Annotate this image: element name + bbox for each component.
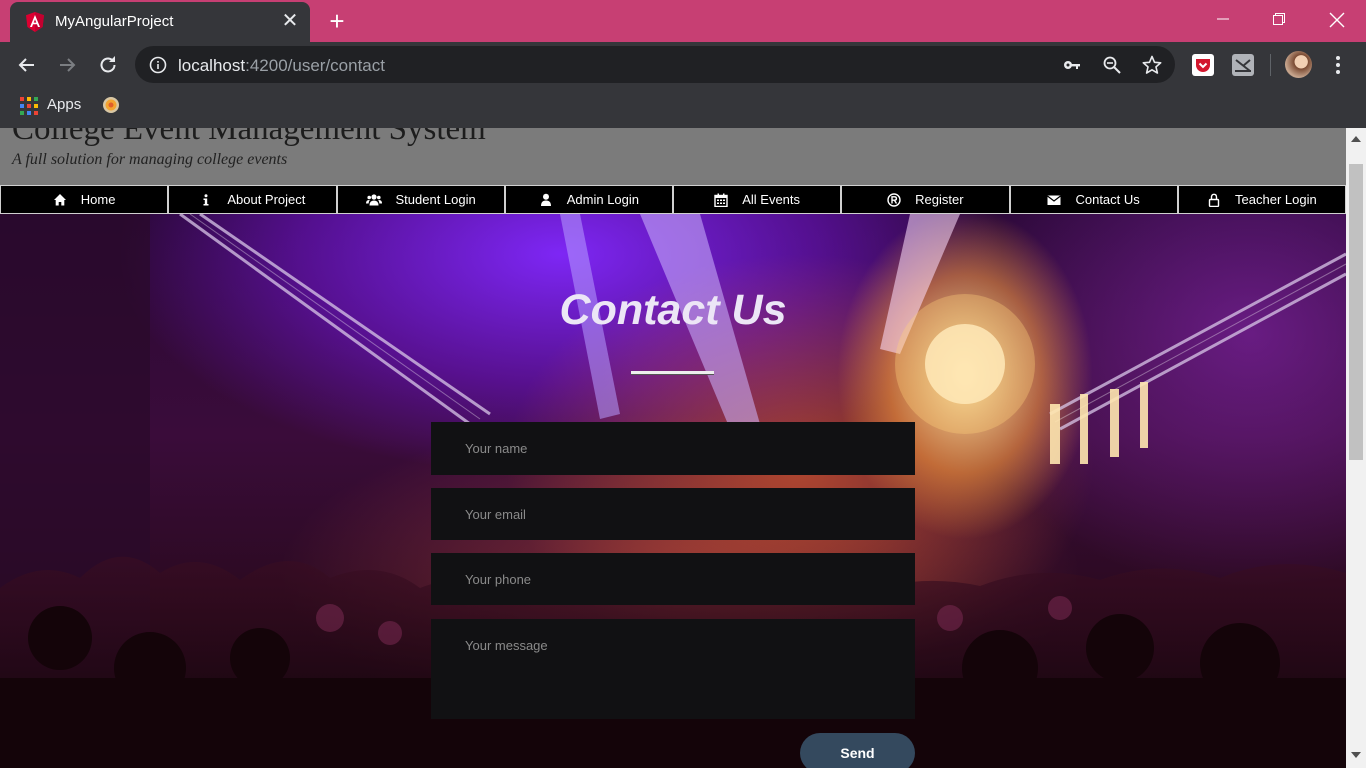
bookmark-favicon-icon[interactable] [102, 96, 120, 114]
url-host: localhost [178, 56, 246, 75]
tab-close-icon[interactable]: ✕ [280, 10, 300, 32]
contact-heading: Contact Us [559, 286, 787, 334]
nav-student-login[interactable]: Student Login [336, 185, 505, 214]
nav-label: About Project [227, 192, 306, 207]
user-icon [540, 193, 551, 206]
address-bar[interactable]: localhost:4200/user/contact [135, 46, 1175, 83]
nav-label: Register [915, 192, 964, 207]
scroll-down-arrow-icon[interactable] [1351, 752, 1361, 758]
browser-tab[interactable]: MyAngularProject ✕ [10, 2, 310, 42]
browser-titlebar: MyAngularProject ✕ + [0, 0, 1366, 42]
send-button[interactable]: Send [800, 733, 915, 768]
site-info-icon[interactable] [149, 56, 167, 74]
nav-register[interactable]: Register [841, 185, 1010, 214]
close-window-icon[interactable] [1319, 4, 1355, 34]
calendar-icon [714, 193, 728, 207]
home-icon [53, 193, 66, 205]
nav-label: Student Login [395, 192, 476, 207]
nav-contact-us[interactable]: Contact Us [1009, 185, 1178, 214]
nav-label: Contact Us [1075, 192, 1140, 207]
envelope-icon [1047, 195, 1062, 205]
nav-teacher-login[interactable]: Teacher Login [1177, 185, 1346, 214]
more-menu-icon[interactable] [1330, 52, 1346, 78]
nav-label: Teacher Login [1235, 192, 1317, 207]
heading-underline [631, 371, 714, 375]
restore-icon[interactable] [1261, 4, 1297, 34]
nav-label: All Events [742, 192, 801, 207]
angular-logo-icon [26, 12, 44, 32]
key-icon[interactable] [1062, 55, 1082, 75]
page-viewport: College Event Management System A full s… [0, 128, 1366, 768]
url-text[interactable]: localhost:4200/user/contact [178, 56, 385, 76]
nav-admin-login[interactable]: Admin Login [504, 185, 673, 214]
phone-input[interactable] [431, 553, 915, 605]
reload-icon[interactable] [95, 52, 121, 78]
pocket-extension-icon[interactable] [1192, 54, 1214, 76]
zoom-out-icon[interactable] [1102, 55, 1122, 75]
new-tab-button[interactable]: + [326, 8, 348, 34]
profile-avatar[interactable] [1285, 51, 1312, 78]
apps-grid-icon[interactable] [20, 97, 38, 115]
minimize-icon[interactable] [1205, 4, 1241, 34]
nav-about-project[interactable]: About Project [168, 185, 337, 214]
tab-title: MyAngularProject [55, 13, 174, 30]
site-title: College Event Management System [12, 128, 486, 147]
apps-bookmark[interactable]: Apps [47, 96, 81, 113]
browser-toolbar: localhost:4200/user/contact [0, 42, 1366, 88]
bookmarks-bar: Apps [0, 88, 1366, 128]
bookmark-star-icon[interactable] [1142, 55, 1162, 75]
page-scrollbar[interactable] [1346, 128, 1366, 768]
nav-all-events[interactable]: All Events [673, 185, 842, 214]
extension-icon[interactable] [1232, 54, 1254, 76]
toolbar-separator [1270, 54, 1271, 76]
scroll-thumb[interactable] [1349, 164, 1363, 460]
lock-icon [1208, 193, 1220, 207]
message-textarea[interactable] [431, 619, 915, 719]
nav-label: Admin Login [566, 192, 640, 207]
users-icon [365, 193, 382, 205]
forward-arrow-icon[interactable] [54, 52, 80, 78]
registered-icon [887, 192, 901, 207]
back-arrow-icon[interactable] [14, 52, 40, 78]
site-tagline: A full solution for managing college eve… [12, 151, 288, 168]
scroll-up-arrow-icon[interactable] [1351, 136, 1361, 142]
hero-concert-background: Contact Us Send [0, 214, 1346, 768]
nav-label: Home [80, 192, 116, 207]
main-navbar: Home About Project Student Login Admin L… [0, 185, 1346, 214]
email-input[interactable] [431, 488, 915, 540]
name-input[interactable] [431, 422, 915, 475]
url-path: :4200/user/contact [245, 56, 385, 75]
site-header: College Event Management System A full s… [0, 128, 1346, 185]
nav-home[interactable]: Home [0, 185, 169, 214]
info-icon [203, 193, 209, 205]
